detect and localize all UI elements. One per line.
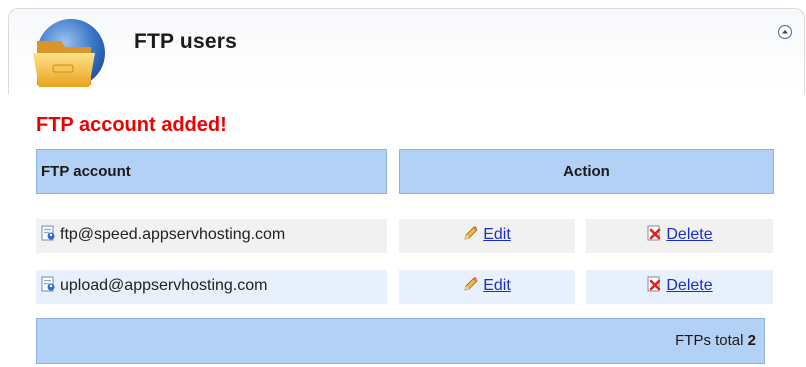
delete-cell: Delete — [586, 219, 773, 253]
panel-title: FTP users — [134, 30, 237, 53]
panel-header: FTP users — [8, 8, 805, 94]
delete-cell: Delete — [586, 270, 773, 304]
column-header-account-label: FTP account — [41, 163, 131, 180]
ftp-user-icon — [41, 225, 55, 241]
edit-link[interactable]: Edit — [483, 277, 511, 294]
table-row: ftp@speed.appservhosting.com — [36, 219, 387, 253]
footer-total-count: 2 — [747, 332, 756, 349]
folder-icon — [33, 19, 105, 87]
edit-cell: Edit — [399, 219, 575, 253]
delete-x-icon — [647, 225, 661, 241]
ftp-user-icon — [41, 276, 55, 292]
delete-link[interactable]: Delete — [666, 226, 712, 243]
column-header-action: Action — [399, 149, 774, 194]
column-header-account: FTP account — [36, 149, 387, 194]
edit-link[interactable]: Edit — [483, 226, 511, 243]
status-message: FTP account added! — [36, 114, 227, 136]
delete-link[interactable]: Delete — [666, 277, 712, 294]
footer-total-label: FTPs total — [675, 332, 748, 349]
table-row: upload@appservhosting.com — [36, 270, 387, 304]
pencil-icon — [464, 225, 478, 240]
edit-cell: Edit — [399, 270, 575, 304]
column-header-action-label: Action — [563, 163, 610, 180]
ftp-account-name: upload@appservhosting.com — [60, 277, 268, 294]
pencil-icon — [464, 276, 478, 291]
ftp-account-name: ftp@speed.appservhosting.com — [60, 226, 286, 243]
delete-x-icon — [647, 276, 661, 292]
collapse-up-icon[interactable] — [777, 24, 793, 40]
table-footer: FTPs total 2 — [36, 318, 765, 364]
ftp-users-panel: FTP users FTP account added! FTP account… — [8, 8, 806, 367]
